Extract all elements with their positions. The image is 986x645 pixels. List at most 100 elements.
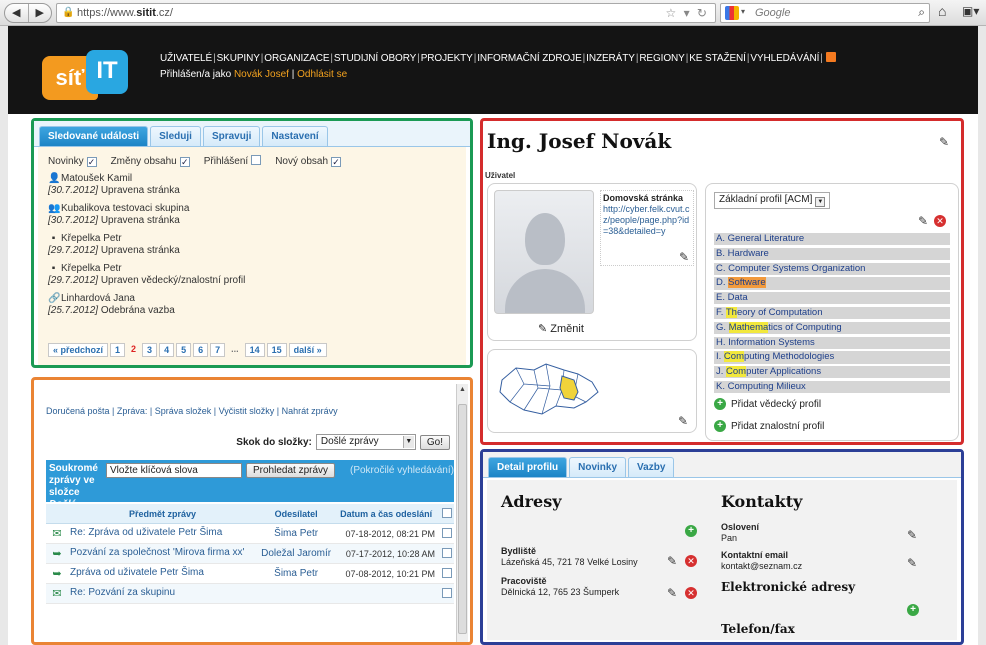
homepage-link[interactable]: http://cyber.felk.cvut.cz/people/page.ph… bbox=[603, 204, 690, 236]
pager-page[interactable]: 2 bbox=[127, 343, 140, 357]
row-checkbox[interactable] bbox=[442, 587, 452, 598]
acm-category[interactable]: E. Data bbox=[714, 292, 950, 305]
pager-page[interactable]: 5 bbox=[176, 343, 192, 357]
pager-page[interactable]: 3 bbox=[142, 343, 158, 357]
mail-links[interactable]: Doručená pošta | Zpráva: | Správa složek… bbox=[46, 406, 338, 416]
acm-category[interactable]: K. Computing Milieux bbox=[714, 380, 950, 394]
tab[interactable]: Spravuji bbox=[202, 126, 261, 146]
search-icon[interactable]: ⌕ bbox=[918, 5, 925, 20]
table-row[interactable]: ✉ Re: Zpráva od uživatele Petr Šima Šima P… bbox=[46, 523, 454, 544]
user-link[interactable]: Novák Josef bbox=[234, 69, 289, 80]
edit-pencil-icon[interactable]: ✎ bbox=[907, 556, 917, 570]
scroll-up-icon[interactable]: ▲ bbox=[459, 386, 466, 393]
scrollbar[interactable]: ▲ bbox=[456, 384, 468, 642]
tab[interactable]: Sledované události bbox=[39, 126, 149, 146]
edit-pencil-icon[interactable]: ✎ bbox=[907, 528, 917, 542]
event-who[interactable]: Kubalikova testovaci skupina bbox=[61, 203, 189, 214]
acm-category[interactable]: G. Mathematics of Computing bbox=[714, 321, 950, 335]
edit-pencil-icon[interactable]: ✎ bbox=[667, 554, 677, 568]
acm-category[interactable]: F. Theory of Computation bbox=[714, 306, 950, 320]
row-select[interactable] bbox=[437, 543, 454, 564]
keyword-input[interactable]: Vložte klíčová slova bbox=[106, 463, 242, 478]
tab[interactable]: Nastavení bbox=[262, 126, 328, 146]
table-row[interactable]: ➥ Pozvání za společnost 'Mirova firma xx'… bbox=[46, 543, 454, 564]
nav-item[interactable]: INFORMAČNÍ ZDROJE bbox=[477, 53, 582, 64]
message-subject[interactable]: Re: Pozvání za skupinu bbox=[68, 583, 257, 604]
filter-option[interactable]: Přihlášení bbox=[204, 155, 262, 167]
nav-item[interactable]: SKUPINY bbox=[217, 53, 260, 64]
row-checkbox[interactable] bbox=[442, 547, 452, 558]
nav-item[interactable]: PROJEKTY bbox=[421, 53, 473, 64]
event-who[interactable]: Křepelka Petr bbox=[61, 263, 122, 274]
row-checkbox[interactable] bbox=[442, 567, 452, 578]
filter-option[interactable]: Změny obsahu ✓ bbox=[111, 156, 190, 167]
event-who[interactable]: Linhardová Jana bbox=[61, 293, 135, 304]
row-select[interactable] bbox=[437, 523, 454, 544]
pager-page[interactable]: 6 bbox=[193, 343, 209, 357]
table-row[interactable]: ➥ Zpráva od uživatele Petr Šima Šima Petr 0… bbox=[46, 563, 454, 584]
home-icon[interactable]: ⌂ bbox=[938, 3, 946, 19]
acm-category[interactable]: I. Computing Methodologies bbox=[714, 351, 950, 364]
nav-item[interactable]: REGIONY bbox=[639, 53, 685, 64]
address-bar[interactable]: 🔒 https://www.sitit.cz/ ☆ ▾ ↻ bbox=[56, 3, 716, 23]
back-icon[interactable]: ◀ bbox=[5, 4, 28, 22]
message-subject[interactable]: Re: Zpráva od uživatele Petr Šima bbox=[68, 523, 257, 544]
acm-category[interactable]: C. Computer Systems Organization bbox=[714, 262, 950, 275]
message-sender[interactable] bbox=[256, 583, 336, 604]
tab[interactable]: Vazby bbox=[628, 457, 675, 477]
pager-prev[interactable]: « předchozí bbox=[48, 343, 109, 357]
pager-next[interactable]: další » bbox=[288, 343, 327, 357]
message-subject[interactable]: Pozvání za společnost 'Mirova firma xx' bbox=[68, 543, 257, 564]
edit-pencil-icon[interactable]: ✎ bbox=[679, 251, 689, 263]
pager-page[interactable]: 7 bbox=[210, 343, 226, 357]
advanced-search-link[interactable]: (Pokročilé vyhledávání) bbox=[350, 465, 454, 476]
chevron-down-icon[interactable]: ▾ bbox=[741, 7, 745, 16]
pager-page[interactable]: 4 bbox=[159, 343, 175, 357]
nav-item[interactable]: STUDIJNÍ OBORY bbox=[334, 53, 416, 64]
menu-icon[interactable]: ▣▾ bbox=[962, 4, 979, 18]
col-select-all[interactable] bbox=[437, 504, 454, 524]
row-select[interactable] bbox=[437, 563, 454, 584]
add-scientific-profile[interactable]: + Přidat vědecký profil bbox=[714, 398, 821, 410]
change-photo[interactable]: ✎ Změnit bbox=[538, 322, 584, 335]
event-who[interactable]: Křepelka Petr bbox=[61, 233, 122, 244]
filter-checkbox[interactable]: ✓ bbox=[331, 156, 342, 167]
delete-icon[interactable]: ✕ bbox=[934, 215, 946, 227]
edit-pencil-icon[interactable]: ✎ bbox=[939, 135, 949, 149]
nav-item[interactable]: INZERÁTY bbox=[586, 53, 635, 64]
scroll-thumb[interactable] bbox=[458, 404, 467, 634]
tab[interactable]: Detail profilu bbox=[488, 457, 568, 477]
acm-category[interactable]: D. Software bbox=[714, 277, 950, 290]
acm-category[interactable]: A. General Literature bbox=[714, 233, 950, 246]
bookmark-star-icon[interactable]: ☆ ▾ ↻ bbox=[665, 6, 709, 20]
add-address-icon[interactable]: + bbox=[685, 525, 697, 537]
nav-item[interactable]: ORGANIZACE bbox=[264, 53, 329, 64]
tab[interactable]: Novinky bbox=[569, 457, 627, 477]
acm-category[interactable]: H. Information Systems bbox=[714, 336, 950, 349]
nav-item[interactable]: KE STAŽENÍ bbox=[689, 53, 746, 64]
filter-checkbox[interactable] bbox=[251, 155, 262, 165]
acm-category[interactable]: J. Computer Applications bbox=[714, 366, 950, 379]
add-eaddress-icon[interactable]: + bbox=[907, 604, 919, 616]
row-select[interactable] bbox=[437, 583, 454, 604]
filter-option[interactable]: Nový obsah ✓ bbox=[275, 156, 342, 167]
col-date[interactable]: Datum a čas odeslání bbox=[335, 504, 437, 524]
select-all-checkbox[interactable] bbox=[442, 508, 452, 518]
message-sender[interactable]: Šima Petr bbox=[256, 523, 336, 544]
rss-icon[interactable] bbox=[825, 52, 836, 62]
logout-link[interactable]: Odhlásit se bbox=[297, 69, 347, 80]
nav-item[interactable]: VYHLEDÁVÁNÍ bbox=[750, 53, 819, 64]
row-checkbox[interactable] bbox=[442, 527, 452, 538]
tab[interactable]: Sleduji bbox=[150, 126, 201, 146]
nav-item[interactable]: UŽIVATELÉ bbox=[160, 53, 212, 64]
col-sender[interactable]: Odesílatel bbox=[256, 504, 336, 524]
search-bar[interactable]: ▾ Google ⌕ bbox=[720, 3, 930, 23]
profile-select[interactable]: Základní profil [ACM] ▼ bbox=[714, 192, 831, 209]
folder-select[interactable]: Došlé zprávy ▼ bbox=[315, 434, 416, 450]
message-sender[interactable]: Šima Petr bbox=[256, 563, 336, 584]
edit-pencil-icon[interactable]: ✎ bbox=[678, 414, 688, 428]
event-who[interactable]: Matoušek Kamil bbox=[61, 173, 132, 184]
search-messages-button[interactable]: Prohledat zprávy bbox=[246, 463, 336, 478]
filter-checkbox[interactable]: ✓ bbox=[179, 156, 190, 167]
filter-option[interactable]: Novinky ✓ bbox=[48, 156, 97, 167]
